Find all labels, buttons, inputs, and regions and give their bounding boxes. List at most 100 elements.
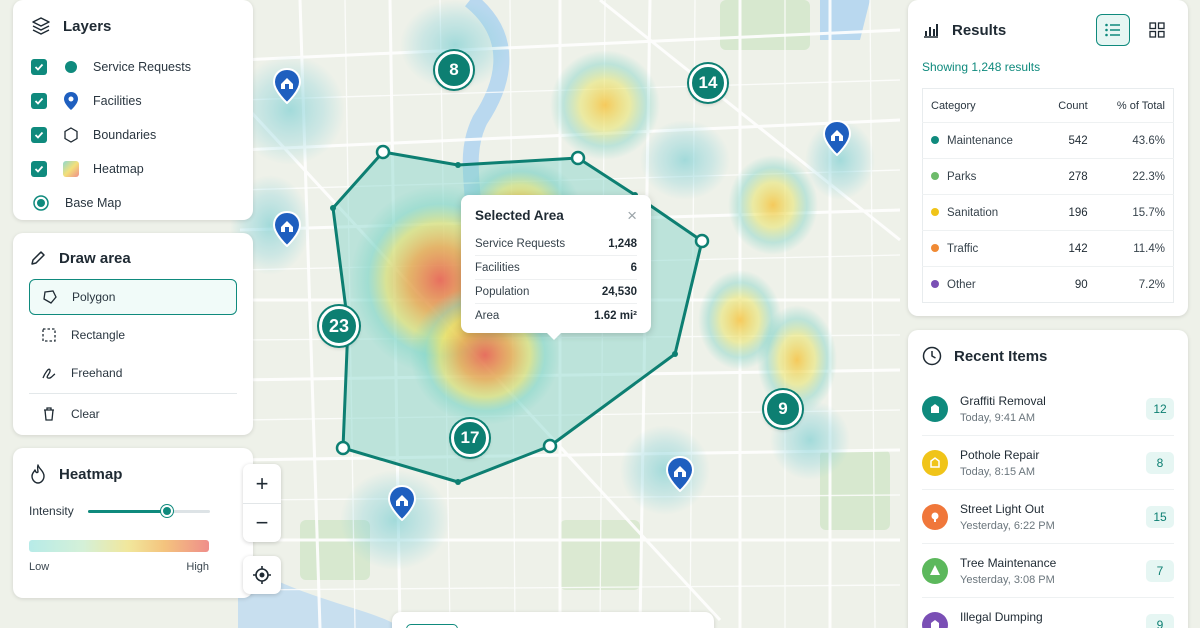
table-row[interactable]: Maintenance 542 43.6% [922, 122, 1174, 159]
item-glyph-icon [931, 403, 939, 413]
item-title: Tree Maintenance [960, 555, 1057, 570]
list-item[interactable]: Tree Maintenance Yesterday, 3:08 PM 7 [922, 544, 1174, 598]
tool-label: Freehand [71, 366, 123, 380]
check-icon [34, 63, 44, 71]
layer-label: Boundaries [93, 128, 157, 142]
count-badge: 8 [1146, 451, 1174, 474]
layer-checkbox[interactable] [31, 161, 47, 177]
tool-polygon[interactable]: Polygon [29, 279, 237, 315]
item-text: Illegal DumpingMay 17, 2:11 PM [960, 610, 1146, 628]
category-icon [922, 503, 948, 530]
slider-handle[interactable] [161, 504, 173, 517]
clear-button[interactable]: Clear [29, 396, 237, 432]
count-badge: 9 [1146, 614, 1174, 628]
layer-facilities[interactable]: Facilities [31, 84, 235, 118]
column-header[interactable]: Category [923, 89, 1042, 123]
results-table: Category Count % of Total Maintenance 542… [922, 88, 1174, 303]
hexagon-icon-svg [64, 127, 78, 143]
layer-service-requests[interactable]: Service Requests [31, 50, 235, 84]
category-cell: Sanitation [922, 194, 1041, 231]
category-label: Other [947, 278, 976, 291]
list-item[interactable]: Illegal DumpingMay 17, 2:11 PM9 [922, 598, 1174, 628]
layer-heatmap[interactable]: Heatmap [31, 152, 235, 186]
percent-cell: 43.6% [1095, 122, 1174, 159]
view-toggle [1096, 14, 1174, 46]
popup-row: Population 24,530 [475, 280, 637, 304]
cluster-marker[interactable]: 17 [451, 419, 489, 457]
facility-pin-icon[interactable] [823, 120, 851, 156]
grid-view-button[interactable] [1140, 14, 1174, 46]
bottom-toolbar [392, 612, 714, 628]
freehand-icon [42, 368, 56, 379]
tool-label: Polygon [72, 290, 116, 304]
list-item[interactable]: Pothole Repair Today, 8:15 AM 8 [922, 436, 1174, 490]
layer-checkbox[interactable] [31, 127, 47, 143]
heatmap-swatch [63, 161, 79, 177]
tool-rectangle[interactable]: Rectangle [29, 317, 237, 353]
popup-row-value: 6 [630, 261, 637, 274]
column-header[interactable]: % of Total [1096, 89, 1174, 123]
zoom-out-button[interactable]: − [243, 503, 281, 542]
layer-base-map[interactable]: Base Map [31, 186, 235, 220]
list-view-button[interactable] [1096, 14, 1130, 46]
bar-chart-icon [924, 24, 938, 38]
layers-title: Layers [63, 17, 112, 35]
item-time: Yesterday, 3:08 PM [960, 573, 1055, 586]
table-header-row: Category Count % of Total [923, 89, 1174, 123]
flame-icon [31, 464, 45, 484]
layer-label: Service Requests [93, 60, 191, 74]
facility-pin-icon[interactable] [666, 456, 694, 492]
item-time: Yesterday, 6:22 PM [960, 519, 1055, 532]
facility-pin-icon[interactable] [273, 211, 301, 247]
crosshair-icon [253, 566, 271, 584]
intensity-slider[interactable] [87, 504, 210, 517]
category-cell: Maintenance [922, 122, 1041, 159]
popup-row-label: Population [475, 285, 530, 298]
item-text: Tree Maintenance Yesterday, 3:08 PM [960, 556, 1146, 586]
category-dot [931, 244, 939, 253]
zoom-in-button[interactable]: + [243, 464, 281, 503]
popup-row: Facilities 6 [475, 256, 637, 280]
toolbar-segment[interactable] [406, 624, 458, 628]
radio-icon[interactable] [31, 193, 51, 213]
layer-checkbox[interactable] [31, 59, 47, 75]
dot-icon-svg [65, 61, 77, 73]
facility-pin-icon[interactable] [388, 485, 416, 521]
layer-boundaries[interactable]: Boundaries [31, 118, 235, 152]
facility-pin-icon[interactable] [273, 68, 301, 104]
tool-freehand[interactable]: Freehand [29, 355, 237, 391]
layer-label: Facilities [93, 94, 142, 108]
table-row[interactable]: Parks 278 22.3% [922, 158, 1174, 195]
results-count: Showing 1,248 results [922, 60, 1041, 74]
category-dot [931, 280, 939, 289]
table-row[interactable]: Sanitation 196 15.7% [922, 194, 1174, 231]
table-row[interactable]: Traffic 142 11.4% [922, 230, 1174, 267]
item-title: Graffiti Removal [960, 393, 1046, 408]
cluster-marker[interactable]: 8 [435, 51, 473, 89]
cluster-marker[interactable]: 9 [764, 390, 802, 428]
layers-icon [32, 17, 50, 35]
divider [29, 393, 237, 394]
locate-button[interactable] [243, 556, 281, 594]
column-header[interactable]: Count [1041, 89, 1096, 123]
check-icon [34, 131, 44, 139]
list-item[interactable]: Graffiti Removal Today, 9:41 AM 12 [922, 382, 1174, 436]
table-row[interactable]: Other 90 7.2% [922, 266, 1174, 303]
percent-cell: 11.4% [1095, 230, 1174, 267]
slider-fill [87, 509, 167, 513]
clear-label: Clear [71, 407, 100, 421]
results-title-row: Results [922, 21, 1006, 39]
results-title: Results [952, 21, 1007, 39]
draw-title: Draw area [59, 249, 131, 267]
results-panel: Results Showing 1,248 results Category C… [908, 0, 1188, 316]
count-cell: 90 [1041, 266, 1096, 303]
list-item[interactable]: Street Light Out Yesterday, 6:22 PM 15 [922, 490, 1174, 544]
category-label: Parks [947, 170, 977, 183]
cluster-marker[interactable]: 14 [689, 64, 727, 102]
intensity-label: Intensity [29, 504, 74, 518]
popup-row: Area 1.62 mi² [475, 304, 637, 328]
close-icon[interactable]: × [627, 207, 637, 224]
layer-checkbox[interactable] [31, 93, 47, 109]
popup-row-value: 1,248 [608, 237, 637, 250]
cluster-marker[interactable]: 23 [319, 306, 359, 346]
